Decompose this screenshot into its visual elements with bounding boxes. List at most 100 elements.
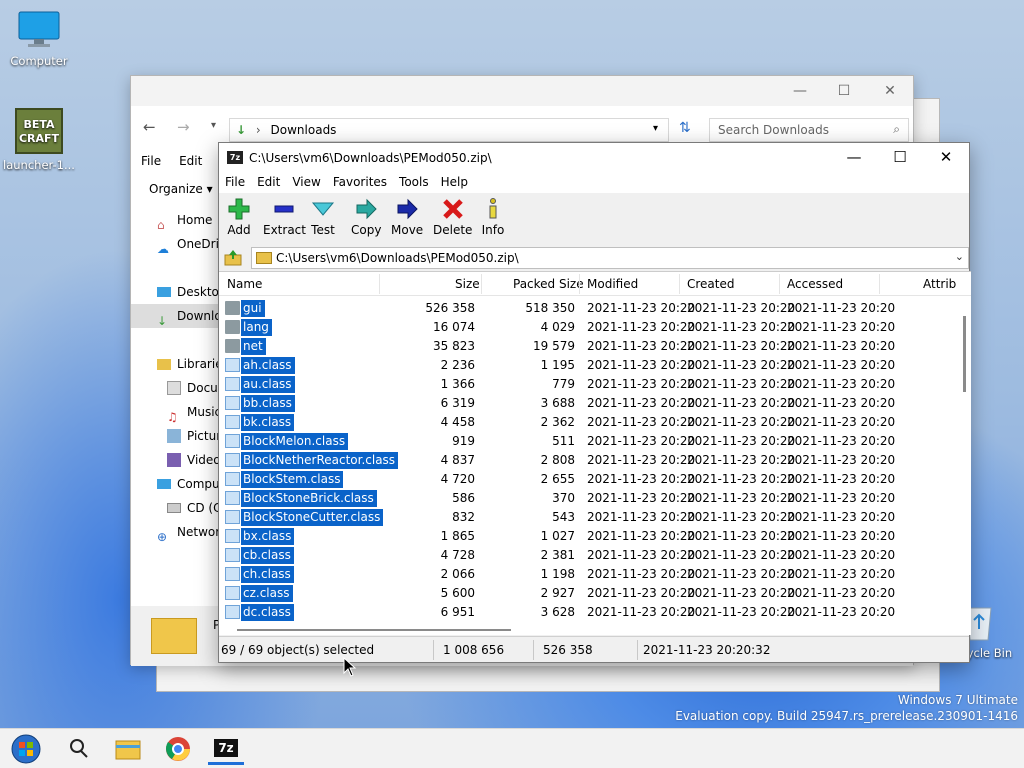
table-row[interactable]: BlockStoneCutter.class 832 543 2021-11-23 2…	[219, 508, 959, 527]
column-modified[interactable]: Modified	[587, 277, 638, 291]
organize-button[interactable]: Organize ▾	[149, 182, 213, 196]
maximize-icon[interactable]: ☐	[829, 83, 859, 99]
file-created: 2021-11-23 20:20	[687, 472, 796, 486]
chrome-icon[interactable]	[160, 733, 196, 765]
minimize-icon[interactable]: —	[785, 83, 815, 99]
column-name[interactable]: Name	[227, 277, 262, 291]
table-row[interactable]: bk.class 4 458 2 362 2021-11-23 20:20 2021-1…	[219, 413, 959, 432]
table-row[interactable]: BlockMelon.class 919 511 2021-11-23 20:20 20…	[219, 432, 959, 451]
column-packed-size[interactable]: Packed Size	[513, 277, 584, 291]
desktop-icon-computer[interactable]: Computer	[0, 10, 78, 68]
close-icon[interactable]: ✕	[875, 83, 905, 99]
move-arrow-icon	[397, 198, 418, 220]
file-accessed: 2021-11-23 20:20	[787, 491, 896, 505]
file-size: 35 823	[433, 339, 475, 353]
search-icon[interactable]	[62, 733, 98, 765]
file-modified: 2021-11-23 20:20	[587, 548, 696, 562]
horizontal-scrollbar[interactable]	[219, 623, 971, 635]
chevron-down-icon[interactable]: ⌄	[955, 250, 964, 263]
menu-view[interactable]: View	[292, 175, 320, 189]
back-arrow-icon[interactable]: ←	[143, 118, 156, 136]
explorer-menu-edit[interactable]: Edit	[179, 154, 202, 168]
start-orb-icon[interactable]	[8, 733, 44, 765]
sidebar-item-downloads[interactable]: ↓ Downloads	[131, 304, 221, 328]
sidebar-item-computer[interactable]: Computer	[131, 472, 221, 496]
7zip-address-input[interactable]: C:\Users\vm6\Downloads\PEMod050.zip\ ⌄	[251, 247, 969, 269]
sidebar-item-cd[interactable]: CD (C:)	[131, 496, 221, 520]
info-button[interactable]: Info	[481, 197, 505, 237]
table-row[interactable]: gui 526 358 518 350 2021-11-23 20:20 2021-11…	[219, 299, 959, 318]
refresh-icon[interactable]: ⇅	[679, 120, 691, 136]
table-row[interactable]: lang 16 074 4 029 2021-11-23 20:20 2021-11-2…	[219, 318, 959, 337]
explorer-search-input[interactable]: Search Downloads ⌕	[709, 118, 909, 142]
file-packed-size: 2 381	[540, 548, 575, 562]
sidebar-item-desktop[interactable]: Desktop	[131, 280, 221, 304]
file-name: bk.class	[241, 414, 295, 431]
menu-tools[interactable]: Tools	[399, 175, 429, 189]
menu-file[interactable]: File	[225, 175, 245, 189]
table-row[interactable]: BlockNetherReactor.class 4 837 2 808 2021-1…	[219, 451, 959, 470]
add-button[interactable]: Add	[227, 197, 251, 237]
sidebar-item-music[interactable]: ♫ Music	[131, 400, 221, 424]
search-placeholder: Search Downloads	[718, 123, 829, 137]
file-modified: 2021-11-23 20:20	[587, 301, 696, 315]
table-row[interactable]: bb.class 6 319 3 688 2021-11-23 20:20 2021-1…	[219, 394, 959, 413]
table-row[interactable]: ch.class 2 066 1 198 2021-11-23 20:20 2021-1…	[219, 565, 959, 584]
table-row[interactable]: cb.class 4 728 2 381 2021-11-23 20:20 2021-1…	[219, 546, 959, 565]
watermark-edition: Windows 7 Ultimate	[897, 693, 1018, 707]
table-row[interactable]: cz.class 5 600 2 927 2021-11-23 20:20 2021-1…	[219, 584, 959, 603]
folder-up-icon[interactable]	[223, 249, 243, 267]
file-size: 1 865	[440, 529, 475, 543]
7zip-icon[interactable]: 7z	[208, 733, 244, 765]
table-row[interactable]: bx.class 1 865 1 027 2021-11-23 20:20 2021-1…	[219, 527, 959, 546]
sidebar-item-libraries[interactable]: Libraries	[131, 352, 221, 376]
file-list[interactable]: Name Size Packed Size Modified Created A…	[219, 271, 971, 635]
desktop-icon-launcher[interactable]: BETA CRAFT launcher-1...	[0, 108, 78, 172]
sidebar-item-documents[interactable]: Documents	[131, 376, 221, 400]
file-name: ah.class	[241, 357, 295, 374]
sidebar-item-videos[interactable]: Videos	[131, 448, 221, 472]
picture-icon	[167, 429, 181, 443]
menu-help[interactable]: Help	[441, 175, 468, 189]
move-button[interactable]: Move	[391, 197, 423, 237]
explorer-menu-file[interactable]: File	[141, 154, 161, 168]
chevron-down-icon[interactable]: ▾	[211, 120, 216, 131]
sidebar-item-pictures[interactable]: Pictures	[131, 424, 221, 448]
table-row[interactable]: net 35 823 19 579 2021-11-23 20:20 2021-11-2…	[219, 337, 959, 356]
extract-button[interactable]: Extract	[263, 197, 306, 237]
menu-favorites[interactable]: Favorites	[333, 175, 387, 189]
minimize-icon[interactable]: —	[831, 148, 877, 166]
close-icon[interactable]: ✕	[923, 148, 969, 166]
delete-button[interactable]: Delete	[433, 197, 472, 237]
table-row[interactable]: dc.class 6 951 3 628 2021-11-23 20:20 2021-1…	[219, 603, 959, 622]
column-created[interactable]: Created	[687, 277, 735, 291]
menu-edit[interactable]: Edit	[257, 175, 280, 189]
address-dropdown-icon[interactable]: ▾	[653, 123, 658, 134]
sidebar-item-home[interactable]: ⌂ Home	[131, 208, 221, 232]
7zip-window[interactable]: 7z C:\Users\vm6\Downloads\PEMod050.zip\ …	[218, 142, 971, 663]
table-row[interactable]: BlockStem.class 4 720 2 655 2021-11-23 20:2…	[219, 470, 959, 489]
column-size[interactable]: Size	[455, 277, 480, 291]
table-row[interactable]: ah.class 2 236 1 195 2021-11-23 20:20 2021-1…	[219, 356, 959, 375]
sidebar-item-network[interactable]: ⊕ Network	[131, 520, 221, 544]
file-name: bx.class	[241, 528, 295, 545]
column-accessed[interactable]: Accessed	[787, 277, 843, 291]
monitor-icon	[157, 479, 171, 489]
vertical-scrollbar[interactable]	[959, 296, 971, 635]
sidebar-label: OneDrive	[177, 237, 221, 251]
file-explorer-icon[interactable]	[110, 733, 146, 765]
explorer-address-bar[interactable]: ↓ › Downloads ▾	[229, 118, 669, 142]
status-date: 2021-11-23 20:20:32	[643, 643, 771, 657]
scroll-thumb[interactable]	[237, 629, 511, 631]
column-attrib[interactable]: Attrib	[923, 277, 956, 291]
copy-button[interactable]: Copy	[351, 197, 381, 237]
sidebar-item-onedrive[interactable]: ☁ OneDrive	[131, 232, 221, 256]
test-button[interactable]: Test	[311, 197, 335, 237]
monitor-icon	[17, 10, 61, 50]
table-row[interactable]: BlockStoneBrick.class 586 370 2021-11-23 20…	[219, 489, 959, 508]
forward-arrow-icon[interactable]: →	[177, 118, 190, 136]
maximize-icon[interactable]: ☐	[877, 148, 923, 166]
file-packed-size: 4 029	[540, 320, 575, 334]
table-row[interactable]: au.class 1 366 779 2021-11-23 20:20 2021-11-…	[219, 375, 959, 394]
scroll-thumb[interactable]	[963, 316, 966, 392]
